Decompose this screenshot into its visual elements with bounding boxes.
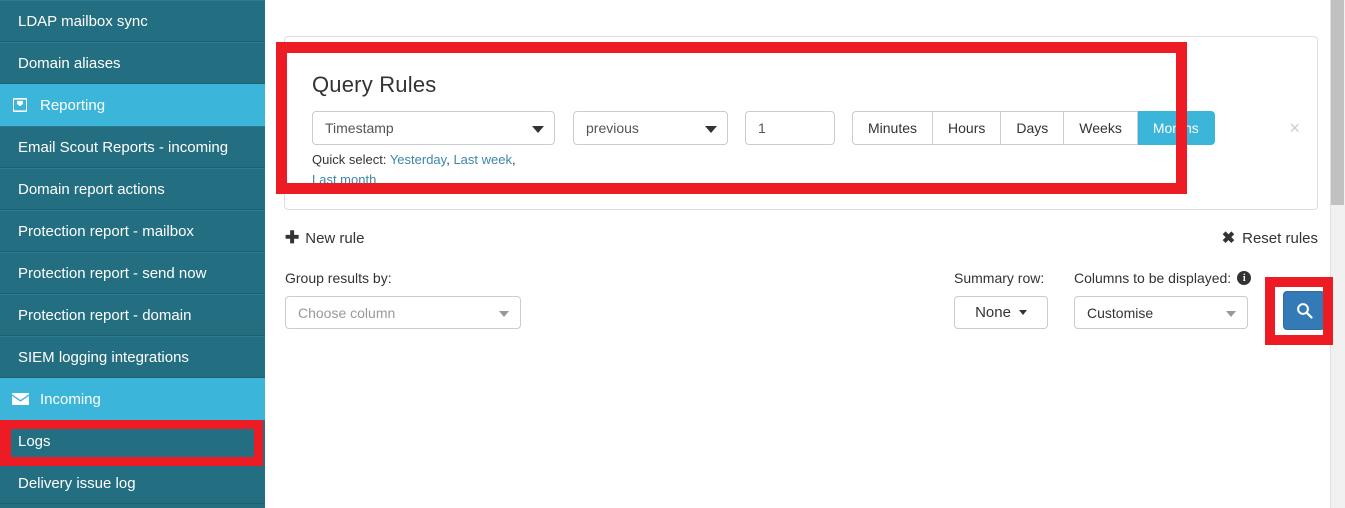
sidebar-item-label: LDAP mailbox sync <box>18 12 148 30</box>
unit-button-months[interactable]: Months <box>1137 111 1215 145</box>
sidebar-item-label: Logs <box>18 432 51 450</box>
sidebar-item-domain-aliases[interactable]: Domain aliases <box>0 42 265 84</box>
sidebar-item-protection-report-domain[interactable]: Protection report - domain <box>0 294 265 336</box>
chevron-down-icon <box>1226 310 1236 317</box>
sidebar-item-protection-report-send-now[interactable]: Protection report - send now <box>0 252 265 294</box>
group-column-select[interactable]: Choose column <box>285 296 521 329</box>
search-button[interactable] <box>1283 291 1325 330</box>
sidebar-section-label: Reporting <box>40 96 106 114</box>
sidebar-item-email-scout-reports-incoming[interactable]: Email Scout Reports - incoming <box>0 126 265 168</box>
page-scrollbar-track[interactable] <box>1330 0 1345 508</box>
sidebar-item-label: Protection report - domain <box>18 306 192 324</box>
query-rules-panel: Query Rules Timestamp previous Minutes H… <box>284 36 1318 210</box>
reset-rules-button[interactable]: ✖ Reset rules <box>1222 228 1318 248</box>
summary-row-select[interactable]: None <box>954 296 1048 329</box>
inbox-icon <box>10 97 30 113</box>
quick-select-sep: , <box>446 152 450 167</box>
sidebar-item-domain-report-actions[interactable]: Domain report actions <box>0 168 265 210</box>
summary-row-value: None <box>975 304 1011 321</box>
quick-select-sep: , <box>511 152 516 167</box>
unit-button-minutes[interactable]: Minutes <box>852 111 934 145</box>
page-title: Query Rules <box>312 72 437 98</box>
sidebar-section-label: Incoming <box>40 390 101 408</box>
chevron-down-icon <box>1018 310 1027 315</box>
main-content: Query Rules Timestamp previous Minutes H… <box>265 0 1345 508</box>
summary-row-label: Summary row: <box>954 270 1045 286</box>
rule-unit-button-group: Minutes Hours Days Weeks Months <box>852 111 1215 145</box>
chevron-down-icon <box>705 126 717 133</box>
remove-rule-icon[interactable]: × <box>1289 119 1300 137</box>
columns-label-wrap: Columns to be displayed: i <box>1074 270 1252 286</box>
unit-button-weeks[interactable]: Weeks <box>1064 111 1138 145</box>
rule-operator-value: previous <box>586 120 639 136</box>
envelope-icon <box>10 391 30 407</box>
sidebar-section-incoming[interactable]: Incoming <box>0 378 265 420</box>
close-x-icon: ✖ <box>1221 230 1236 247</box>
info-icon[interactable]: i <box>1237 271 1252 285</box>
columns-select[interactable]: Customise <box>1074 296 1248 329</box>
new-rule-label: New rule <box>305 229 365 247</box>
sidebar-item-ldap-mailbox-sync[interactable]: LDAP mailbox sync <box>0 0 265 42</box>
columns-control: Columns to be displayed: i Customise <box>1074 270 1252 329</box>
quick-select-prefix: Quick select: <box>312 152 387 167</box>
page-root: LDAP mailbox sync Domain aliases Reporti… <box>0 0 1345 508</box>
page-scrollbar-thumb[interactable] <box>1331 0 1344 205</box>
sidebar-item-label: Delivery issue log <box>18 474 136 492</box>
rule-operator-select[interactable]: previous <box>573 111 728 145</box>
rule-field-select[interactable]: Timestamp <box>312 111 555 145</box>
quick-select-last-week[interactable]: Last week <box>453 152 512 167</box>
sidebar-item-label: SIEM logging integrations <box>18 348 189 366</box>
sidebar-item-label: Protection report - send now <box>18 264 207 282</box>
summary-row-control: Summary row: None <box>954 270 1048 329</box>
unit-button-hours[interactable]: Hours <box>933 111 1002 145</box>
sidebar-item-label: Protection report - mailbox <box>18 222 194 240</box>
reset-rules-label: Reset rules <box>1242 229 1318 247</box>
group-column-placeholder: Choose column <box>298 304 396 321</box>
chevron-down-icon <box>532 126 544 133</box>
unit-button-days[interactable]: Days <box>1001 111 1065 145</box>
sidebar-item-logs[interactable]: Logs <box>0 420 265 462</box>
sidebar-item-protection-report-mailbox[interactable]: Protection report - mailbox <box>0 210 265 252</box>
new-rule-button[interactable]: ✚ New rule <box>285 228 364 248</box>
columns-value: Customise <box>1087 304 1154 321</box>
plus-icon: ✚ <box>285 228 300 247</box>
sidebar-section-reporting[interactable]: Reporting <box>0 84 265 126</box>
sidebar-item-label: Domain aliases <box>18 54 121 72</box>
search-icon <box>1296 303 1313 319</box>
sidebar-item-label: Email Scout Reports - incoming <box>18 138 229 156</box>
sidebar: LDAP mailbox sync Domain aliases Reporti… <box>0 0 265 508</box>
chevron-down-icon <box>499 310 509 317</box>
rule-field-value: Timestamp <box>325 120 394 136</box>
query-rule-row: Timestamp previous Minutes Hours Days We… <box>312 111 1215 145</box>
columns-label: Columns to be displayed: <box>1074 270 1232 286</box>
group-results-label: Group results by: <box>285 270 392 286</box>
quick-select-last-month[interactable]: Last month <box>312 172 376 187</box>
sidebar-item-delivery-issue-log[interactable]: Delivery issue log <box>0 462 265 504</box>
rule-amount-input[interactable] <box>745 111 835 145</box>
quick-select: Quick select: Yesterday, Last week, Last… <box>312 150 542 190</box>
sidebar-item-label: Domain report actions <box>18 180 165 198</box>
group-results-control: Group results by: Choose column <box>285 270 521 329</box>
quick-select-yesterday[interactable]: Yesterday <box>390 152 446 167</box>
sidebar-item-siem-logging-integrations[interactable]: SIEM logging integrations <box>0 336 265 378</box>
